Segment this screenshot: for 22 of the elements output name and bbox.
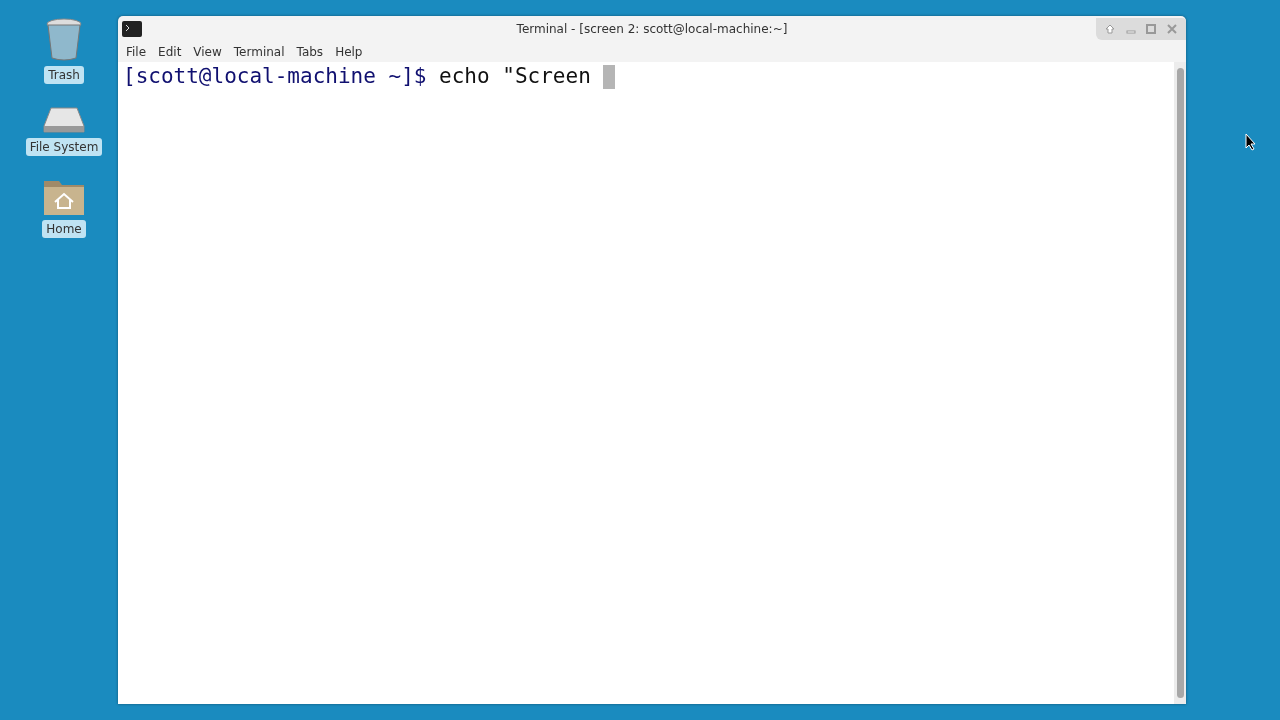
close-icon[interactable] — [1165, 23, 1178, 35]
window-title: Terminal - [screen 2: scott@local-machine:~] — [516, 22, 788, 36]
desktop-icon-label[interactable]: Trash — [44, 66, 84, 84]
shell-prompt: [scott@local-machine ~]$ — [123, 64, 427, 88]
command-text: echo "Screen — [438, 64, 592, 88]
desktop-icon-label[interactable]: File System — [25, 138, 103, 156]
menu-item[interactable]: View — [189, 45, 226, 59]
menu-item[interactable]: Edit — [154, 45, 186, 59]
text-cursor — [603, 65, 616, 89]
menu-item[interactable]: Help — [331, 45, 367, 59]
menu-item[interactable]: Terminal — [229, 45, 289, 59]
maximize-icon[interactable] — [1145, 23, 1158, 35]
scrollbar[interactable] — [1174, 62, 1186, 704]
menu-item[interactable]: File — [122, 45, 151, 59]
home-folder-icon — [43, 178, 85, 216]
arrow-up-icon[interactable] — [1104, 23, 1117, 35]
terminal-icon — [122, 21, 142, 37]
drive-icon — [43, 106, 85, 134]
mouse-pointer-icon — [1245, 133, 1257, 151]
menu-item[interactable]: Tabs — [292, 45, 328, 59]
desktop-icon-label[interactable]: Home — [42, 220, 86, 238]
trash-icon — [44, 18, 84, 62]
